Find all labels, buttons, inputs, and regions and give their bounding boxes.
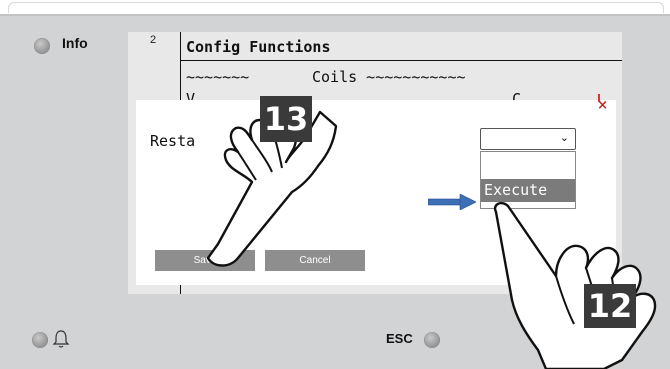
close-icon[interactable]: ×	[597, 98, 608, 113]
dropdown-option-execute[interactable]: Execute	[481, 179, 575, 202]
line-number: 2	[150, 34, 157, 46]
esc-led-icon[interactable]	[424, 332, 440, 348]
bell-icon	[52, 330, 70, 348]
action-select[interactable]: ⌄	[480, 128, 576, 150]
step-12-badge: 12	[584, 284, 636, 328]
blue-arrow-icon	[428, 194, 476, 210]
step-13-badge: 13	[260, 96, 312, 142]
esc-label: ESC	[386, 331, 413, 346]
info-led-icon	[34, 38, 50, 54]
dialog-label: Resta	[150, 132, 196, 150]
pointing-hand-icon-2	[493, 201, 657, 369]
info-label: Info	[62, 35, 88, 51]
bell-led-icon	[32, 332, 48, 348]
config-header: Config Functions	[186, 38, 331, 56]
chevron-down-icon: ⌄	[559, 131, 569, 144]
pointing-hand-icon	[206, 110, 338, 267]
bezel-top-edge	[0, 0, 670, 16]
dropdown-option-blank[interactable]	[481, 152, 575, 179]
